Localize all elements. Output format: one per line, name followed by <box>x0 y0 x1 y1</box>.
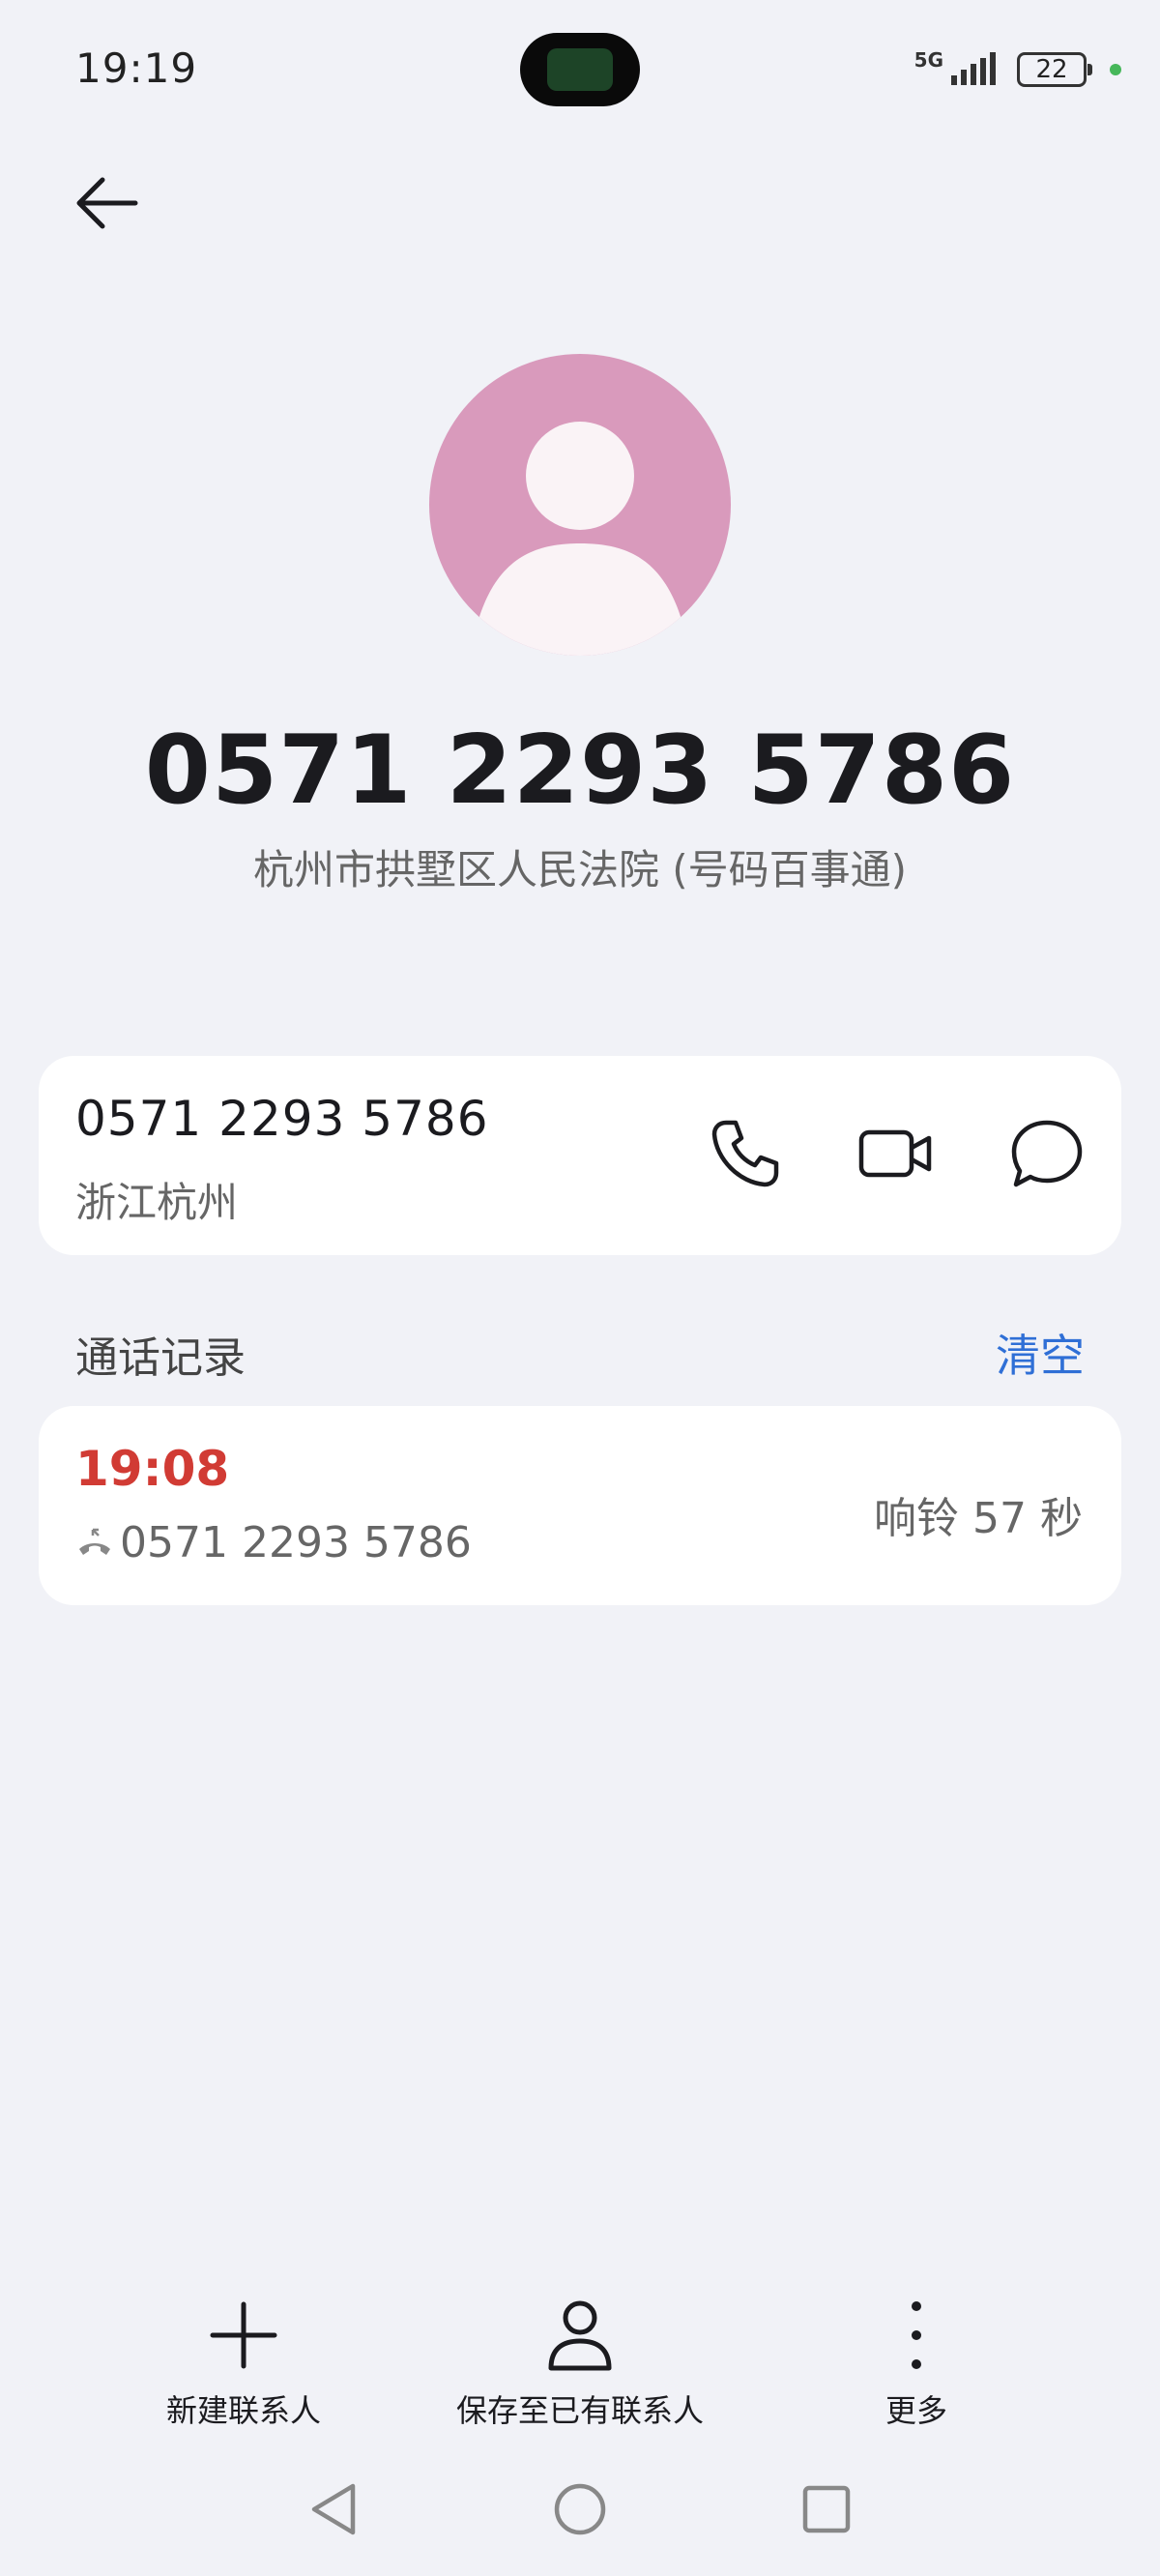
signal-icon <box>951 52 996 85</box>
video-call-icon <box>858 1129 932 1178</box>
clear-call-log-button[interactable]: 清空 <box>996 1321 1085 1385</box>
nav-recent-icon <box>802 2485 851 2533</box>
phone-icon <box>711 1120 779 1187</box>
missed-call-icon <box>79 1528 110 1555</box>
number-card: 0571 2293 5786 浙江杭州 <box>39 1056 1121 1255</box>
privacy-dot-icon <box>1110 64 1121 75</box>
nav-back-icon <box>311 2483 356 2535</box>
contact-number-title: 0571 2293 5786 <box>144 716 1016 826</box>
call-time: 19:08 <box>75 1441 230 1497</box>
back-arrow-icon <box>76 177 138 229</box>
save-to-existing-label: 保存至已有联系人 <box>455 2392 704 2429</box>
phone-number[interactable]: 0571 2293 5786 <box>75 1091 489 1147</box>
nav-home-icon <box>554 2483 606 2535</box>
call-duration: 响铃 57 秒 <box>874 1494 1083 1543</box>
more-label: 更多 <box>884 2392 947 2429</box>
call-number: 0571 2293 5786 <box>120 1518 472 1567</box>
call-button[interactable] <box>702 1110 789 1197</box>
phone-location: 浙江杭州 <box>75 1179 239 1226</box>
nav-recent-apps-button[interactable] <box>793 2475 860 2543</box>
video-call-button[interactable] <box>853 1110 940 1197</box>
status-bar: 19:19 5G 22 <box>0 0 1160 145</box>
new-contact-button[interactable]: 新建联系人 <box>147 2292 340 2431</box>
nav-home-button[interactable] <box>546 2475 614 2543</box>
message-icon <box>1011 1120 1083 1187</box>
status-icons: 5G 22 <box>914 48 1121 91</box>
new-contact-label: 新建联系人 <box>165 2392 321 2429</box>
contact-identity-label: 杭州市拱墅区人民法院 (号码百事通) <box>252 846 908 893</box>
status-time: 19:19 <box>75 44 198 92</box>
plus-icon <box>210 2301 277 2369</box>
message-button[interactable] <box>1003 1110 1090 1197</box>
camera-cutout <box>520 33 640 106</box>
battery-icon: 22 <box>1017 52 1092 87</box>
nav-back-button[interactable] <box>300 2475 367 2543</box>
person-avatar-icon <box>478 422 682 656</box>
network-label: 5G <box>914 48 943 72</box>
back-button[interactable] <box>68 164 164 261</box>
call-log-title: 通话记录 <box>75 1333 246 1383</box>
call-number-row: 0571 2293 5786 <box>75 1518 472 1567</box>
save-to-existing-contact-button[interactable]: 保存至已有联系人 <box>435 2292 725 2431</box>
more-vertical-icon <box>912 2301 921 2369</box>
call-log-entry[interactable]: 19:08 0571 2293 5786 响铃 57 秒 <box>39 1406 1121 1605</box>
more-button[interactable]: 更多 <box>820 2292 1013 2431</box>
avatar <box>429 354 731 656</box>
person-icon <box>548 2300 612 2371</box>
battery-level: 22 <box>1035 55 1068 84</box>
